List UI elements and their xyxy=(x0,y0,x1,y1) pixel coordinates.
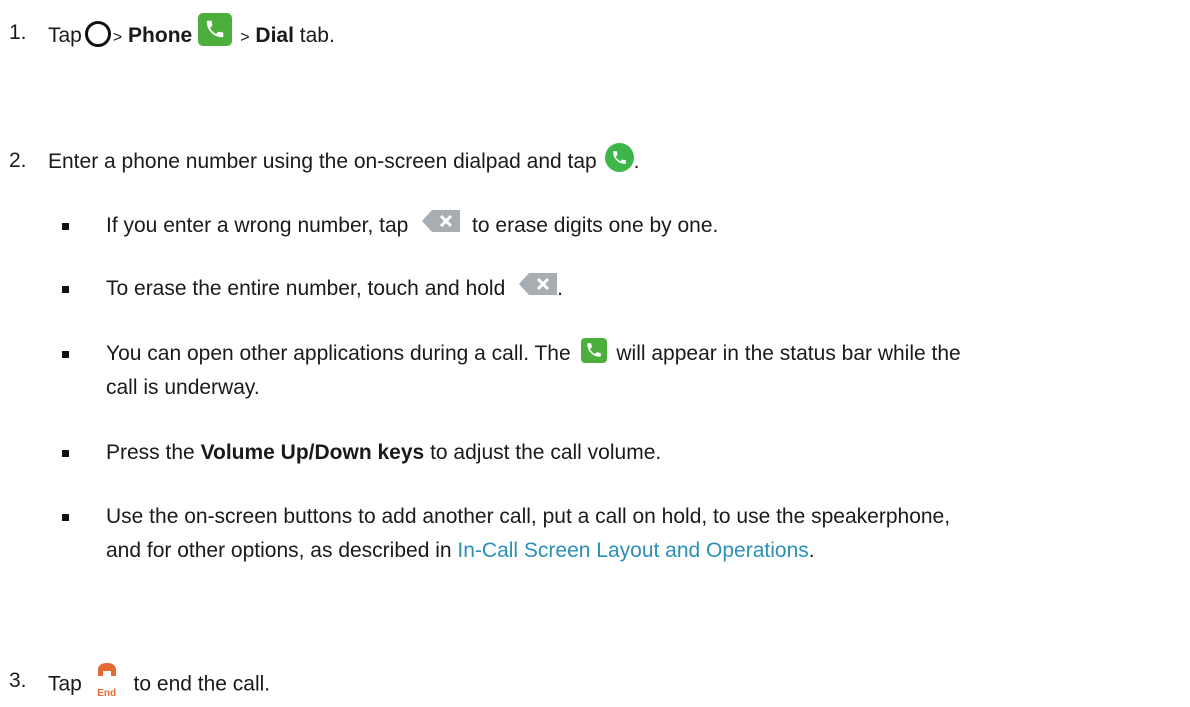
bullet-text: . xyxy=(557,277,563,300)
dial-label: Dial xyxy=(255,24,294,48)
phone-status-icon xyxy=(580,337,607,363)
backspace-icon xyxy=(519,273,558,296)
step-text: tab. xyxy=(299,24,335,48)
end-call-icon: End xyxy=(94,662,120,699)
step-separator: > xyxy=(112,29,123,47)
backspace-icon xyxy=(422,210,461,233)
bullet-marker xyxy=(62,286,69,293)
home-circle-icon xyxy=(84,20,111,47)
phone-app-icon xyxy=(198,13,233,46)
bullet-text: will appear in the status bar while the xyxy=(616,342,961,365)
bullet-text: To erase the entire number, touch and ho… xyxy=(106,277,506,300)
bullet-text: to erase digits one by one. xyxy=(472,214,719,237)
volume-keys-label: Volume Up/Down keys xyxy=(200,441,425,464)
end-label: End xyxy=(97,688,117,699)
call-button-icon xyxy=(604,143,634,172)
step-text: Tap xyxy=(48,672,82,696)
step-text: . xyxy=(633,150,640,174)
bullet-text: You can open other applications during a… xyxy=(106,342,571,365)
phone-label: Phone xyxy=(128,24,193,48)
bullet-text: Press the xyxy=(106,441,195,464)
bullet-text: If you enter a wrong number, tap xyxy=(106,214,409,237)
step-number: 1. xyxy=(9,21,27,44)
bullet-text: and for other options, as described in xyxy=(106,539,452,562)
step-text: to end the call. xyxy=(133,672,271,696)
bullet-text: to adjust the call volume. xyxy=(430,441,662,464)
step-text: Enter a phone number using the on-screen… xyxy=(48,150,597,174)
in-call-screen-link[interactable]: In-Call Screen Layout and Operations xyxy=(457,539,808,562)
step-text: Tap xyxy=(48,24,82,48)
step-number: 3. xyxy=(9,669,27,692)
bullet-marker xyxy=(62,514,69,521)
step-number: 2. xyxy=(9,149,27,172)
bullet-marker xyxy=(62,351,69,358)
bullet-marker xyxy=(62,223,69,230)
bullet-marker xyxy=(62,450,69,457)
bullet-text: . xyxy=(808,539,815,562)
bullet-text: Use the on-screen buttons to add another… xyxy=(106,505,951,528)
step-separator: > xyxy=(240,29,250,47)
bullet-text: call is underway. xyxy=(106,376,260,399)
